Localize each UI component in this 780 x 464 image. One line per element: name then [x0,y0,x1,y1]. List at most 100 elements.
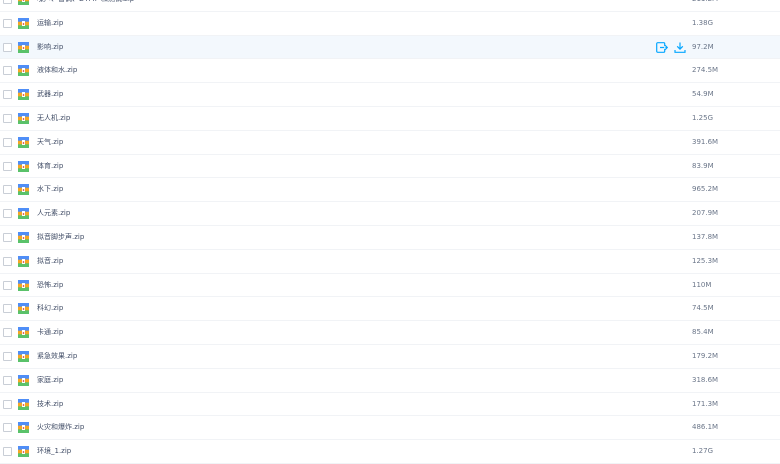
file-name[interactable]: 环境_1.zip [37,440,71,464]
file-name[interactable]: 科幻.zip [37,297,63,321]
row-checkbox[interactable] [3,256,12,266]
file-size: 83.9M [692,161,714,170]
share-icon[interactable] [656,41,668,53]
file-row[interactable]: 无人机.zip 1.25G [0,107,780,131]
zip-file-icon [18,160,29,172]
file-row[interactable]: 科幻.zip 74.5M [0,297,780,322]
file-size: 74.5M [692,304,714,313]
row-checkbox[interactable] [3,328,12,338]
zip-file-icon [18,208,29,220]
file-size: 965.2M [692,185,719,194]
file-row-hovered[interactable]: 影响.zip 97.2M [0,35,780,60]
file-size: 211.2M [692,0,718,12]
file-size: 97.2M [692,42,714,51]
file-row[interactable]: 环境_1.zip 1.27G [0,440,780,464]
zip-file-icon [18,112,29,124]
file-name[interactable]: 噪声、音调、DTMF 和测试.zip [37,0,134,12]
file-row[interactable]: 人元素.zip 207.9M [0,202,780,226]
row-checkbox[interactable] [3,375,12,385]
file-name[interactable]: 火灾和爆炸.zip [37,416,84,440]
zip-file-icon [18,398,29,410]
row-checkbox[interactable] [3,113,12,123]
zip-file-icon [18,89,29,101]
file-row[interactable]: 体育.zip 83.9M [0,155,780,179]
zip-file-icon [18,231,29,243]
row-checkbox[interactable] [3,423,12,433]
file-size: 391.6M [692,137,719,146]
file-name[interactable]: 拟音脚步声.zip [37,226,84,250]
file-name[interactable]: 天气.zip [37,131,63,155]
file-name[interactable]: 无人机.zip [37,107,70,131]
file-size: 137.8M [692,232,719,241]
file-row[interactable]: 武器.zip 54.9M [0,83,780,107]
file-name[interactable]: 液体和水.zip [37,59,77,83]
file-row[interactable]: 拟音脚步声.zip 137.8M [0,226,780,250]
file-name[interactable]: 家庭.zip [37,369,63,393]
file-row[interactable]: 噪声、音调、DTMF 和测试.zip 211.2M [0,0,780,12]
row-checkbox[interactable] [3,18,12,28]
zip-file-icon [18,327,29,339]
file-list: 噪声、音调、DTMF 和测试.zip 211.2M 运输.zip 1.38G 影… [0,0,780,464]
row-checkbox[interactable] [3,185,12,195]
file-size: 54.9M [692,90,714,99]
file-name[interactable]: 体育.zip [37,155,63,179]
file-size: 1.27G [692,447,714,456]
file-row[interactable]: 水下.zip 965.2M [0,178,780,203]
file-row[interactable]: 恐怖.zip 110M [0,274,780,298]
file-size: 1.38G [692,18,714,27]
row-checkbox[interactable] [3,90,12,100]
row-checkbox[interactable] [3,351,12,361]
file-row[interactable]: 火灾和爆炸.zip 486.1M [0,416,780,441]
zip-file-icon [18,279,29,291]
file-row[interactable]: 拟音.zip 125.3M [0,250,780,274]
row-checkbox[interactable] [3,161,12,171]
zip-file-icon [18,303,29,315]
zip-file-icon [18,136,29,148]
file-size: 207.9M [692,209,719,218]
file-row[interactable]: 技术.zip 171.3M [0,393,780,417]
file-row[interactable]: 液体和水.zip 274.5M [0,59,780,84]
file-row[interactable]: 家庭.zip 318.6M [0,369,780,393]
zip-file-icon [18,255,29,267]
file-size: 85.4M [692,328,714,337]
file-name[interactable]: 人元素.zip [37,202,70,226]
zip-file-icon [18,41,29,53]
file-name[interactable]: 拟音.zip [37,250,63,274]
download-icon[interactable] [674,42,686,53]
file-row[interactable]: 紧急效果.zip 179.2M [0,345,780,369]
file-size: 274.5M [692,66,719,75]
file-name[interactable]: 卡通.zip [37,321,63,345]
file-size: 179.2M [692,351,719,360]
file-row[interactable]: 运输.zip 1.38G [0,12,780,36]
zip-file-icon [18,0,29,5]
row-checkbox[interactable] [3,399,12,409]
file-size: 1.25G [692,113,714,122]
zip-file-icon [18,184,29,196]
row-checkbox[interactable] [3,0,12,4]
zip-file-icon [18,65,29,77]
row-checkbox[interactable] [3,137,12,147]
file-row[interactable]: 天气.zip 391.6M [0,131,780,155]
file-name[interactable]: 技术.zip [37,393,63,417]
row-checkbox[interactable] [3,447,12,457]
row-checkbox[interactable] [3,304,12,314]
file-name[interactable]: 武器.zip [37,83,63,107]
row-checkbox[interactable] [3,280,12,290]
file-name[interactable]: 紧急效果.zip [37,345,77,369]
file-name[interactable]: 水下.zip [37,178,63,202]
file-name[interactable]: 影响.zip [37,36,63,60]
row-actions [656,41,686,53]
file-size: 171.3M [692,399,719,408]
file-name[interactable]: 恐怖.zip [37,274,63,298]
row-checkbox[interactable] [3,209,12,219]
zip-file-icon [18,422,29,434]
file-name[interactable]: 运输.zip [37,12,63,36]
row-checkbox[interactable] [3,66,12,76]
zip-file-icon [18,17,29,29]
row-checkbox[interactable] [3,232,12,242]
file-size: 318.6M [692,375,719,384]
zip-file-icon [18,350,29,362]
row-checkbox[interactable] [3,42,12,52]
zip-file-icon [18,374,29,386]
file-row[interactable]: 卡通.zip 85.4M [0,321,780,345]
